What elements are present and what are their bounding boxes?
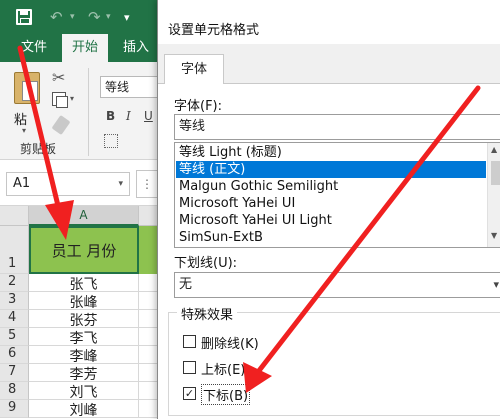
row-header[interactable]: 8 xyxy=(0,382,29,400)
scroll-thumb[interactable] xyxy=(491,161,500,185)
select-all-corner[interactable] xyxy=(0,206,29,226)
save-icon[interactable] xyxy=(16,9,32,25)
underline-select-value: 无 xyxy=(179,277,193,292)
customize-toolbar-icon[interactable]: ▾ xyxy=(124,8,130,28)
font-list-item[interactable]: 等线 Light (标题) xyxy=(176,144,486,161)
font-input[interactable]: 等线 xyxy=(174,114,500,140)
bold-button[interactable]: B xyxy=(106,109,115,123)
font-list-item[interactable]: Microsoft YaHei UI xyxy=(176,195,486,212)
table-cell[interactable]: 李飞 xyxy=(29,328,139,347)
more-options-icon[interactable]: ⋮ xyxy=(136,170,158,198)
dialog-title-bar[interactable]: 设置单元格格式 xyxy=(158,0,500,44)
table-cell[interactable]: 李峰 xyxy=(29,346,139,365)
font-list-item-selected[interactable]: 等线 (正文) xyxy=(176,161,486,178)
font-label: 字体(F): xyxy=(174,99,223,114)
superscript-checkbox[interactable] xyxy=(183,361,196,374)
redo-icon[interactable]: ↷ xyxy=(88,7,101,27)
font-list-item[interactable]: Microsoft YaHei UI Light xyxy=(176,212,486,229)
row-header[interactable]: 6 xyxy=(0,346,29,364)
tab-font[interactable]: 字体 xyxy=(164,54,224,85)
dialog-title: 设置单元格格式 xyxy=(168,23,260,38)
row-header[interactable]: 4 xyxy=(0,310,29,328)
effects-title: 特殊效果 xyxy=(177,304,238,323)
font-tab-panel: 字体(F): 等线 等线 Light (标题) 等线 (正文) Malgun G… xyxy=(158,84,500,419)
column-header-a[interactable]: A xyxy=(29,206,139,226)
row-header[interactable]: 5 xyxy=(0,328,29,346)
subscript-label[interactable]: 下标(B) xyxy=(201,384,251,405)
row-header[interactable]: 1 xyxy=(0,226,29,274)
underline-button[interactable]: U xyxy=(144,109,153,123)
italic-button[interactable]: I xyxy=(126,109,131,123)
table-cell[interactable]: 刘峰 xyxy=(29,400,139,419)
underline-label: 下划线(U): xyxy=(174,256,238,271)
strikethrough-label[interactable]: 删除线(K) xyxy=(201,333,259,352)
copy-dropdown-icon[interactable]: ▾ xyxy=(70,94,74,103)
scroll-up-icon[interactable]: ▲ xyxy=(491,145,497,154)
tab-home[interactable]: 开始 xyxy=(62,34,108,62)
underline-select[interactable]: 无 ▾ xyxy=(174,272,500,298)
format-painter-icon[interactable] xyxy=(51,115,71,135)
font-name-box[interactable]: 等线 xyxy=(100,76,158,98)
paste-icon[interactable] xyxy=(14,72,40,104)
chevron-down-icon[interactable]: ▾ xyxy=(118,173,123,195)
scroll-down-icon[interactable]: ▼ xyxy=(491,231,497,240)
copy-icon[interactable] xyxy=(52,92,68,108)
clipboard-group-label: 剪贴板 xyxy=(20,142,57,156)
undo-icon[interactable]: ↶ xyxy=(50,7,63,27)
group-divider xyxy=(88,68,89,156)
format-cells-dialog: 设置单元格格式 字体 字体(F): 等线 等线 Light (标题) 等线 (正… xyxy=(157,0,500,419)
table-cell[interactable]: 刘飞 xyxy=(29,382,139,401)
tab-file[interactable]: 文件 xyxy=(14,34,54,62)
font-list[interactable]: 等线 Light (标题) 等线 (正文) Malgun Gothic Semi… xyxy=(174,142,500,248)
header-cell-a1[interactable]: 员工 月份 xyxy=(29,226,139,274)
tab-insert[interactable]: 插入 xyxy=(116,34,156,62)
paste-dropdown-icon[interactable]: ▾ xyxy=(22,126,26,135)
row-header[interactable]: 2 xyxy=(0,274,29,292)
borders-icon[interactable] xyxy=(104,134,118,148)
strikethrough-checkbox[interactable] xyxy=(183,335,196,348)
subscript-checkbox[interactable]: ✓ xyxy=(183,387,196,400)
redo-dropdown-icon[interactable]: ▾ xyxy=(106,7,111,27)
superscript-label[interactable]: 上标(E) xyxy=(201,359,245,378)
table-cell[interactable]: 张芬 xyxy=(29,310,139,329)
chevron-down-icon[interactable]: ▾ xyxy=(493,273,499,297)
dialog-tabstrip: 字体 xyxy=(158,44,500,85)
name-box-value: A1 xyxy=(13,176,31,191)
cut-icon[interactable]: ✂ xyxy=(52,68,65,87)
effects-group: 特殊效果 删除线(K) 上标(E) ✓ 下标(B) xyxy=(168,304,500,416)
name-box[interactable]: A1 ▾ xyxy=(6,172,130,196)
undo-dropdown-icon[interactable]: ▾ xyxy=(70,7,75,27)
table-cell[interactable]: 张峰 xyxy=(29,292,139,311)
table-cell[interactable]: 张飞 xyxy=(29,274,139,293)
row-header[interactable]: 7 xyxy=(0,364,29,382)
font-list-scrollbar[interactable]: ▲ ▼ xyxy=(487,143,500,247)
table-cell[interactable]: 李芳 xyxy=(29,364,139,383)
font-list-item[interactable]: Malgun Gothic Semilight xyxy=(176,178,486,195)
font-list-item[interactable]: SimSun-ExtB xyxy=(176,229,486,246)
row-header[interactable]: 9 xyxy=(0,400,29,418)
row-header[interactable]: 3 xyxy=(0,292,29,310)
